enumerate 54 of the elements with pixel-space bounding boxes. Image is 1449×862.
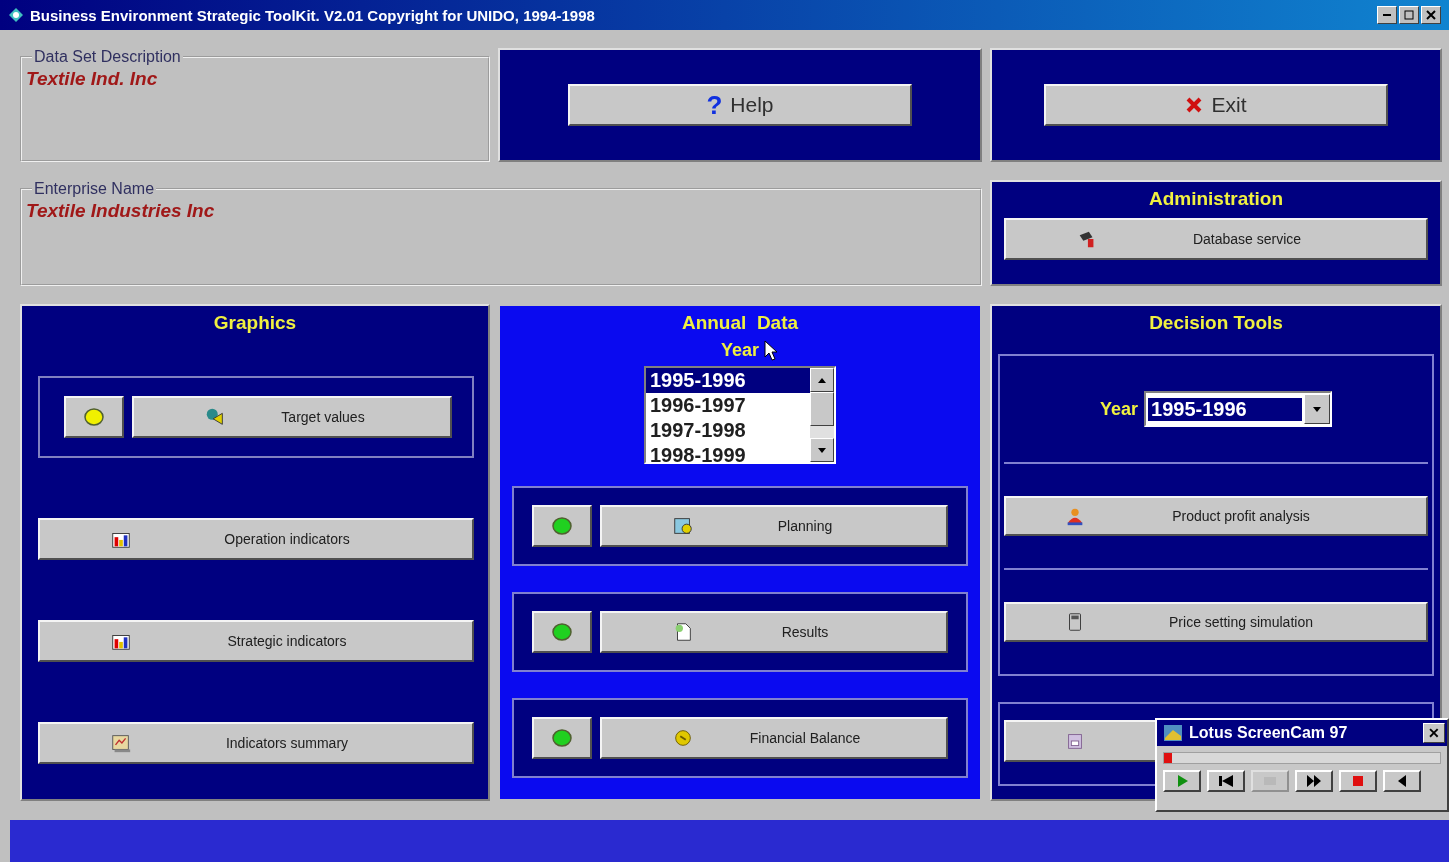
minimize-icon xyxy=(1383,14,1391,16)
calendar-icon xyxy=(672,515,694,537)
year-label: Year xyxy=(1099,398,1138,420)
enterprise-name: Textile Industries Inc xyxy=(26,200,216,222)
group-label: Enterprise Name xyxy=(33,180,156,198)
camera-icon xyxy=(1163,724,1183,742)
scrollbar[interactable] xyxy=(810,368,834,462)
year-option[interactable]: 1996-1997 xyxy=(646,393,810,418)
maximize-button[interactable] xyxy=(1399,6,1419,24)
document-chart-icon xyxy=(110,732,132,754)
menu-button[interactable]: Results xyxy=(600,611,948,653)
status-light-button[interactable] xyxy=(532,505,592,547)
menu-button[interactable]: Product profit analysis xyxy=(1004,496,1428,537)
data-set-name: Textile Ind. Inc xyxy=(26,68,159,90)
status-light-button[interactable] xyxy=(532,717,592,759)
scroll-thumb[interactable] xyxy=(810,392,834,426)
group-label: Data Set Description xyxy=(33,48,182,66)
minimize-button[interactable] xyxy=(1377,6,1397,24)
speaker-icon xyxy=(1398,775,1406,787)
close-button[interactable] xyxy=(1421,6,1441,24)
panel-title: Administration xyxy=(1148,187,1284,210)
window-title: Business Environment Strategic ToolKit. V2.01 Copyright for UNIDO, 1994-1998 xyxy=(30,6,596,24)
close-button[interactable]: ✕ xyxy=(1423,723,1445,743)
year-dropdown[interactable]: 1995-1996 xyxy=(1144,391,1332,427)
menu-button[interactable]: Planning xyxy=(600,505,948,547)
status-light-button[interactable] xyxy=(532,611,592,653)
menu-button[interactable]: Strategic indicators xyxy=(38,620,474,662)
menu-button[interactable]: Target values xyxy=(132,396,452,438)
menu-button[interactable]: Indicators summary xyxy=(38,722,474,764)
year-label: Year xyxy=(720,340,759,361)
coin-icon xyxy=(672,727,694,749)
maximize-icon xyxy=(1404,10,1414,20)
dropdown-arrow-icon xyxy=(1313,406,1321,412)
help-button[interactable]: ? Help xyxy=(568,84,912,126)
year-option[interactable]: 1995-1996 xyxy=(646,368,810,393)
close-icon xyxy=(1426,10,1436,20)
app-icon xyxy=(8,7,24,23)
up-arrow-icon xyxy=(818,377,826,383)
menu-button[interactable]: Price setting simulation xyxy=(1004,602,1428,642)
menu-button[interactable]: Financial Balance xyxy=(600,717,948,759)
menu-button[interactable]: Operation indicators xyxy=(38,518,474,560)
year-list[interactable]: 1995-1996 1996-1997 1997-1998 1998-1999 xyxy=(644,366,836,464)
database-service-button[interactable]: Database service xyxy=(1004,218,1428,260)
year-option[interactable]: 1998-1999 xyxy=(646,443,810,462)
down-arrow-icon xyxy=(818,447,826,453)
panel-title: Graphics xyxy=(212,311,298,334)
window-title: Lotus ScreenCam 97 xyxy=(1189,724,1349,742)
status-light-button[interactable] xyxy=(64,396,124,438)
pointer-cursor-icon xyxy=(763,340,779,362)
year-option[interactable]: 1997-1998 xyxy=(646,418,810,443)
exit-button[interactable]: Exit xyxy=(1044,84,1388,126)
panel-title: Annual Data xyxy=(680,311,800,334)
panel-title: Decision Tools xyxy=(1148,311,1284,334)
close-icon xyxy=(1185,96,1204,114)
